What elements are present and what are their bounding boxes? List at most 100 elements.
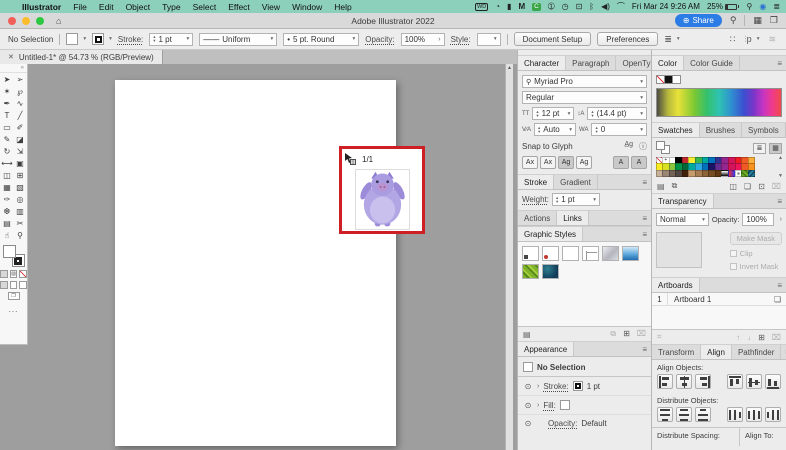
draw-inside-button[interactable]	[19, 281, 28, 289]
control-center-icon[interactable]: ≣	[773, 0, 780, 13]
scroll-up-icon[interactable]: ▲	[778, 155, 783, 161]
artboard-name[interactable]: Artboard 1	[668, 295, 711, 304]
align-center-button[interactable]	[676, 374, 692, 389]
style-default[interactable]	[522, 246, 539, 261]
eraser-tool[interactable]: ◪	[14, 133, 27, 145]
artboard[interactable]: 1/1	[115, 80, 425, 446]
panel-menu-icon[interactable]: ≡	[773, 194, 786, 208]
arrange-documents-icon[interactable]: ▦	[753, 15, 762, 26]
tab-appearance[interactable]: Appearance	[518, 342, 575, 356]
maxon-icon[interactable]: M	[519, 0, 526, 13]
width-tool[interactable]: ⟷	[1, 157, 14, 169]
artboard-row[interactable]: 1 Artboard 1 ❏	[652, 292, 786, 306]
onepassword-icon[interactable]: ➀	[548, 0, 555, 13]
appearance-opacity-label[interactable]: Opacity:	[548, 419, 577, 428]
kerning-input[interactable]: ▴ ▾ Auto ▾	[534, 123, 577, 136]
color-mode-button[interactable]	[0, 270, 8, 278]
draw-normal-button[interactable]	[0, 281, 8, 289]
curvature-tool[interactable]: ∿	[14, 97, 27, 109]
fill-color-picker[interactable]: ▾	[66, 33, 86, 45]
selection-tool[interactable]: ➤	[1, 73, 14, 85]
new-swatch-icon[interactable]: ⊡	[758, 182, 765, 191]
document-tab[interactable]: ✕ Untitled-1* @ 54.73 % (RGB/Preview)	[0, 50, 163, 64]
tab-artboards[interactable]: Artboards	[652, 278, 700, 292]
expand-icon[interactable]: ›	[537, 383, 539, 390]
menu-file[interactable]: File	[67, 2, 93, 12]
snap-option-5[interactable]: A	[613, 156, 629, 169]
style-corner[interactable]	[542, 246, 559, 261]
fill-stroke-indicator[interactable]	[2, 245, 25, 267]
tab-character[interactable]: Character	[518, 56, 567, 70]
distribute-right-button[interactable]	[765, 407, 781, 422]
touch-workspace-icon[interactable]: ∷	[730, 34, 736, 45]
align-top-button[interactable]	[727, 374, 743, 389]
eyedropper-tool[interactable]: ✑	[1, 193, 14, 205]
snap-glyph-icon[interactable]: A̲g	[624, 141, 633, 152]
font-family-select[interactable]: ⚲ Myriad Pro ▾	[522, 75, 647, 88]
visibility-eye-icon[interactable]: ⊙	[523, 382, 533, 391]
new-color-group-icon[interactable]: ❏	[744, 182, 751, 191]
scale-tool[interactable]: ⇲	[14, 145, 27, 157]
blend-mode-select[interactable]: Normal ▾	[656, 213, 709, 226]
tab-links[interactable]: Links	[557, 211, 589, 225]
zoom-tool[interactable]: ⚲	[14, 229, 27, 241]
search-icon[interactable]: ⚲	[730, 15, 737, 26]
snap-option-3[interactable]: Ag	[558, 156, 574, 169]
placed-image-selection[interactable]: 1/1	[339, 146, 425, 234]
screen-mode-button[interactable]: ❐	[7, 292, 20, 300]
stroke-weight-input[interactable]: ▴ ▾ 1 pt ▾	[149, 32, 194, 46]
align-options-icon[interactable]: ≣ ▾	[664, 34, 679, 45]
list-view-icon[interactable]: ≣	[753, 142, 766, 154]
artboard-page-icon[interactable]: ❏	[774, 295, 786, 304]
tab-actions[interactable]: Actions	[518, 211, 558, 225]
grid-view-icon[interactable]: ▦	[769, 142, 782, 154]
style-label[interactable]: Style:	[451, 35, 471, 44]
width-profile-select[interactable]: —— Uniform ▾	[199, 32, 278, 46]
capture-icon[interactable]: C	[532, 2, 541, 11]
white-swatch[interactable]	[672, 75, 681, 84]
symbol-sprayer-tool[interactable]: ❆	[1, 205, 14, 217]
bluetooth-icon[interactable]: ᛒ	[589, 0, 594, 13]
pen-tool[interactable]: ✒	[1, 97, 14, 109]
tab-gradient[interactable]: Gradient	[554, 175, 598, 189]
panel-menu-icon[interactable]: ≡	[638, 175, 651, 189]
display-icon[interactable]: ⊡	[576, 0, 583, 13]
menu-help[interactable]: Help	[328, 2, 357, 12]
snap-option-2[interactable]: Ax	[540, 156, 556, 169]
canvas-vertical-scrollbar[interactable]: ▲	[505, 64, 513, 450]
style-plain[interactable]	[562, 246, 579, 261]
panel-menu-icon[interactable]: ≡	[781, 345, 786, 359]
weight-input[interactable]: ▴ ▾ 1 pt ▾	[551, 193, 600, 206]
align-bottom-button[interactable]	[765, 374, 781, 389]
transparency-opacity-input[interactable]: 100%	[742, 213, 774, 226]
opacity-flyout-icon[interactable]: ›	[777, 216, 782, 223]
align-left-button[interactable]	[657, 374, 673, 389]
wd-icon[interactable]: WD	[475, 2, 489, 11]
menu-view[interactable]: View	[256, 2, 286, 12]
swatch-libraries-icon[interactable]: ▤	[657, 182, 665, 191]
scroll-up-icon[interactable]: ▲	[506, 64, 513, 72]
panel-menu-icon[interactable]: ≡	[773, 278, 786, 292]
siri-icon[interactable]: ◉	[759, 0, 766, 13]
tab-transparency[interactable]: Transparency	[652, 194, 714, 208]
color-none-black-white[interactable]	[656, 75, 681, 84]
edit-toolbar-button[interactable]: ...	[0, 305, 27, 314]
brush-definition-select[interactable]: • 5 pt. Round ▾	[283, 32, 360, 46]
direct-selection-tool[interactable]: ➢	[14, 73, 27, 85]
opacity-input[interactable]: 100% ›	[400, 32, 445, 46]
leading-input[interactable]: ▴ ▾ (14.4 pt) ▾	[587, 107, 647, 120]
menu-clock[interactable]: Fri Mar 24 9:26 AM	[632, 2, 700, 11]
none-mode-button[interactable]	[19, 270, 28, 278]
blend-tool[interactable]: ◎	[14, 193, 27, 205]
panel-menu-icon[interactable]: ≡	[638, 227, 651, 241]
tab-brushes[interactable]: Brushes	[700, 123, 743, 137]
document-setup-button[interactable]: Document Setup	[513, 32, 592, 46]
draw-behind-button[interactable]	[9, 281, 18, 289]
new-style-icon[interactable]: ⊞	[623, 329, 630, 339]
distribute-left-button[interactable]	[727, 407, 743, 422]
workspace-menu-icon[interactable]: ⫶p ▾	[744, 34, 759, 45]
new-artboard-icon[interactable]: ⊞	[758, 333, 765, 342]
tab-symbols[interactable]: Symbols	[742, 123, 786, 137]
wifi-icon[interactable]: ⌒	[617, 0, 625, 13]
battery-indicator[interactable]: 25%	[707, 2, 740, 11]
